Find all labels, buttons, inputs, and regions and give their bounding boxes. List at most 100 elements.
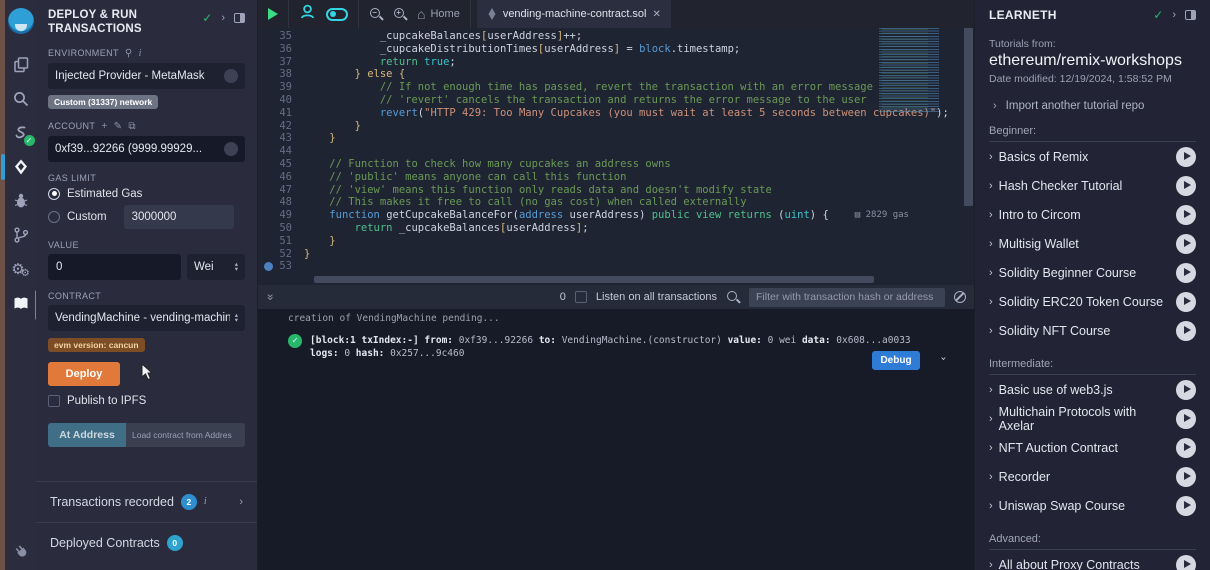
tx-expand-icon[interactable]: › xyxy=(937,355,948,361)
terminal-logs[interactable]: creation of VendingMachine pending... ✓ … xyxy=(258,309,974,570)
environment-select[interactable]: Injected Provider - MetaMask xyxy=(48,63,245,89)
tutorial-expand-icon[interactable]: › xyxy=(989,151,993,163)
close-tab-icon[interactable]: ✕ xyxy=(653,9,661,20)
estimated-gas-radio[interactable] xyxy=(48,188,60,200)
start-tutorial-icon[interactable] xyxy=(1176,321,1196,341)
estimated-gas-option[interactable]: Estimated Gas xyxy=(48,188,245,200)
tutorial-expand-icon[interactable]: › xyxy=(989,471,993,483)
start-tutorial-icon[interactable] xyxy=(1176,176,1196,196)
tutorial-item[interactable]: ›All about Proxy Contracts xyxy=(989,550,1196,570)
deploy-button[interactable]: Deploy xyxy=(48,362,120,386)
value-unit-select[interactable]: Wei▴▾ xyxy=(187,254,245,280)
code-line[interactable]: 38 } else { xyxy=(258,68,974,81)
tutorial-expand-icon[interactable]: › xyxy=(989,559,993,570)
line-number[interactable]: 42 xyxy=(258,120,304,133)
plug-icon[interactable]: ⚲ xyxy=(125,48,133,59)
panel-pin-icon[interactable] xyxy=(234,13,245,23)
copilot-toggle[interactable] xyxy=(326,8,348,21)
environment-info-icon[interactable]: i xyxy=(139,48,142,59)
account-select[interactable]: 0xf39...92266 (9999.99929... xyxy=(48,136,245,162)
minimap[interactable] xyxy=(879,28,963,114)
deployed-contracts-row[interactable]: Deployed Contracts 0 xyxy=(36,522,257,563)
tutorial-item[interactable]: ›Intro to Circom xyxy=(989,200,1196,229)
git-icon[interactable] xyxy=(6,218,36,252)
tutorial-item[interactable]: ›NFT Auction Contract xyxy=(989,433,1196,462)
custom-gas-option[interactable]: Custom3000000 xyxy=(48,205,245,229)
learneth-collapse-icon[interactable]: › xyxy=(1172,9,1176,21)
debugger-icon[interactable] xyxy=(6,184,36,218)
editor-horizontal-scrollbar[interactable] xyxy=(314,276,874,283)
contract-select[interactable]: VendingMachine - vending-machin▴▾ xyxy=(48,305,245,331)
tutorial-item[interactable]: ›Hash Checker Tutorial xyxy=(989,171,1196,200)
line-number[interactable]: 47 xyxy=(258,184,304,197)
transactions-recorded-row[interactable]: Transactions recorded 2 i › xyxy=(36,481,257,522)
line-number[interactable]: 38 xyxy=(258,68,304,81)
line-number[interactable]: 43 xyxy=(258,132,304,145)
tutorial-expand-icon[interactable]: › xyxy=(989,413,993,425)
code-line[interactable]: 49 function getCupcakeBalanceFor(address… xyxy=(258,209,974,222)
tutorial-item[interactable]: ›Recorder xyxy=(989,462,1196,491)
zoom-in-icon[interactable]: + xyxy=(393,7,407,21)
settings-icon[interactable]: ⚙⚙ xyxy=(6,252,36,286)
code-editor[interactable]: 35 _cupcakeBalances[userAddress]++;36 _c… xyxy=(258,28,974,285)
line-number[interactable]: 45 xyxy=(258,158,304,171)
tutorial-item[interactable]: ›Basics of Remix xyxy=(989,142,1196,171)
code-line[interactable]: 37 return true; xyxy=(258,56,974,69)
tab-vending-machine-contract[interactable]: vending-machine-contract.sol ✕ xyxy=(477,0,671,28)
tutorial-expand-icon[interactable]: › xyxy=(989,209,993,221)
line-number[interactable]: 48 xyxy=(258,196,304,209)
start-tutorial-icon[interactable] xyxy=(1176,147,1196,167)
solidity-compiler-icon[interactable]: ✓ xyxy=(6,116,36,150)
transactions-expand-icon[interactable]: › xyxy=(239,496,243,508)
at-address-button[interactable]: At Address xyxy=(48,423,126,447)
line-number[interactable]: 50 xyxy=(258,222,304,235)
tutorial-expand-icon[interactable]: › xyxy=(989,238,993,250)
value-input[interactable]: 0 xyxy=(48,254,181,280)
line-number[interactable]: 53 xyxy=(258,260,304,273)
line-number[interactable]: 40 xyxy=(258,94,304,107)
code-line[interactable]: 51 } xyxy=(258,235,974,248)
code-line[interactable]: 52} xyxy=(258,248,974,261)
code-line[interactable]: 48 // This makes it free to call (no gas… xyxy=(258,196,974,209)
debug-button[interactable]: Debug xyxy=(872,351,920,370)
tutorial-expand-icon[interactable]: › xyxy=(989,500,993,512)
line-number[interactable]: 37 xyxy=(258,56,304,69)
code-line[interactable]: 47 // 'view' means this function only re… xyxy=(258,184,974,197)
listen-all-checkbox[interactable] xyxy=(575,291,587,303)
tutorial-item[interactable]: ›Uniswap Swap Course xyxy=(989,491,1196,520)
start-tutorial-icon[interactable] xyxy=(1176,205,1196,225)
tutorial-expand-icon[interactable]: › xyxy=(989,296,993,308)
tutorial-expand-icon[interactable]: › xyxy=(989,180,993,192)
custom-gas-input[interactable]: 3000000 xyxy=(124,205,234,229)
code-line[interactable]: 50 return _cupcakeBalances[userAddress]; xyxy=(258,222,974,235)
code-line[interactable]: 46 // 'public' means anyone can call thi… xyxy=(258,171,974,184)
editor-vertical-scrollbar[interactable] xyxy=(964,28,973,206)
copy-account-icon[interactable]: ⧉ xyxy=(128,121,136,132)
line-number[interactable]: 41 xyxy=(258,107,304,120)
file-explorer-icon[interactable] xyxy=(6,48,36,82)
code-line[interactable]: 53 xyxy=(258,260,974,273)
start-tutorial-icon[interactable] xyxy=(1176,380,1196,400)
code-line[interactable]: 39 // If not enough time has passed, rev… xyxy=(258,81,974,94)
run-script-icon[interactable] xyxy=(268,8,278,20)
home-tab[interactable]: ⌂Home xyxy=(417,6,460,22)
code-line[interactable]: 42 } xyxy=(258,120,974,133)
at-address-input[interactable]: Load contract from Addres xyxy=(126,423,245,447)
code-line[interactable]: 35 _cupcakeBalances[userAddress]++; xyxy=(258,30,974,43)
tutorial-item[interactable]: ›Solidity ERC20 Token Course xyxy=(989,287,1196,316)
code-line[interactable]: 43 } xyxy=(258,132,974,145)
panel-collapse-icon[interactable]: › xyxy=(221,12,225,24)
tutorial-item[interactable]: ›Solidity NFT Course xyxy=(989,316,1196,345)
tutorial-item[interactable]: ›Multisig Wallet xyxy=(989,229,1196,258)
start-tutorial-icon[interactable] xyxy=(1176,263,1196,283)
start-tutorial-icon[interactable] xyxy=(1176,234,1196,254)
code-line[interactable]: 44 xyxy=(258,145,974,158)
deploy-run-icon[interactable] xyxy=(6,150,36,184)
terminal-filter-input[interactable] xyxy=(749,288,945,307)
tutorial-item[interactable]: ›Basic use of web3.js xyxy=(989,375,1196,404)
custom-gas-radio[interactable] xyxy=(48,211,60,223)
code-line[interactable]: 41 revert("HTTP 429: Too Many Cupcakes (… xyxy=(258,107,974,120)
publish-ipfs-option[interactable]: Publish to IPFS xyxy=(48,395,245,407)
terminal-expand-icon[interactable]: « xyxy=(262,294,276,301)
code-line[interactable]: 36 _cupcakeDistributionTimes[userAddress… xyxy=(258,43,974,56)
